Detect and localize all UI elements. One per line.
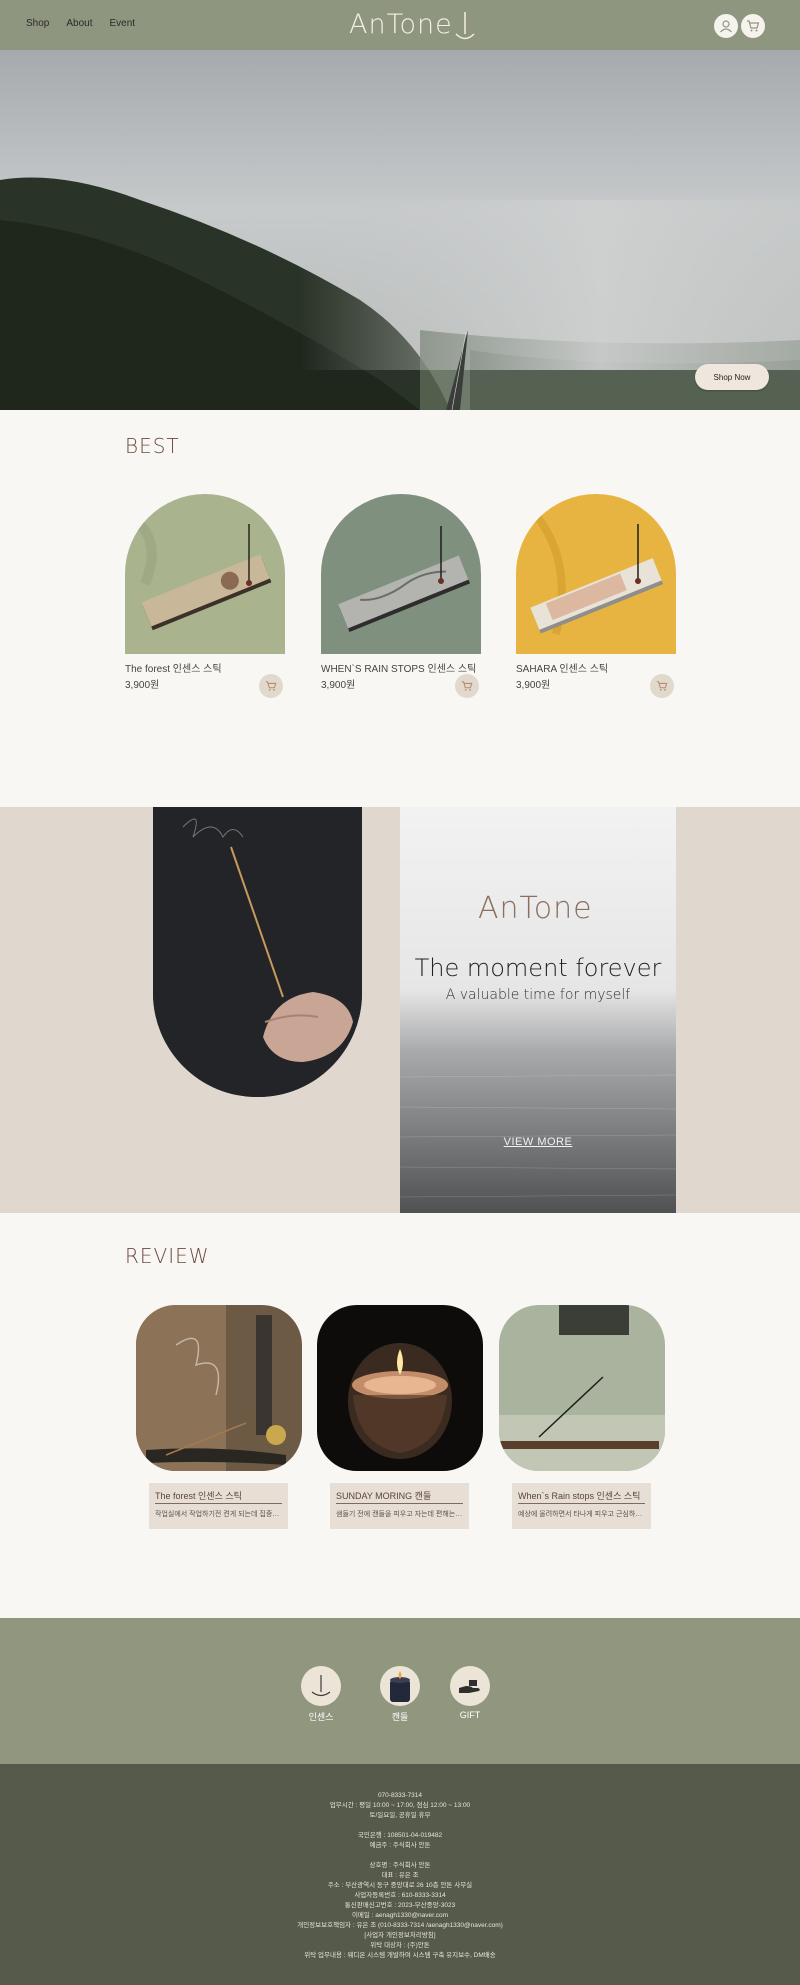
- cart-icon[interactable]: [741, 14, 765, 38]
- product-price: 3,900원: [516, 680, 551, 691]
- category-incense[interactable]: 인센스: [301, 1666, 341, 1722]
- review-product-name: When`s Rain stops 인센스 스틱: [518, 1491, 641, 1501]
- footer-privacy-officer: 개인정보보호책임자 : 유은 조 (010-8333-7314 /aenagh1…: [297, 1922, 503, 1929]
- view-more-link[interactable]: VIEW MORE: [400, 1136, 676, 1148]
- review-text: 작업실에서 작업하기전 켠게 되는데 집중도...: [155, 1511, 282, 1518]
- footer-company: 상호명 : 주식회사 안톤: [369, 1862, 431, 1869]
- review-card[interactable]: The forest 인센스 스틱 작업실에서 작업하기전 켠게 되는데 집중도…: [136, 1305, 302, 1529]
- nav-shop[interactable]: Shop: [26, 18, 49, 29]
- review-text: 샘들기 전에 캔들을 피우고 자는데 편해는 불안운...: [336, 1511, 463, 1518]
- promo-logo: AnTone: [478, 891, 593, 926]
- nav-about[interactable]: About: [66, 18, 92, 29]
- cart-icon: [265, 681, 277, 691]
- product-card[interactable]: WHEN`S RAIN STOPS 인센스 스틱 3,900원: [321, 494, 481, 698]
- category-gift[interactable]: GIFT: [450, 1666, 490, 1720]
- category-label: 캔들: [391, 1712, 409, 1722]
- incense-hand-image: [153, 807, 362, 1097]
- footer-depositor: 예금주 : 주식회사 안톤: [369, 1842, 431, 1849]
- incense-icon[interactable]: [301, 1666, 341, 1706]
- product-image-sahara[interactable]: [516, 494, 676, 654]
- footer-privacy-policy-link[interactable]: [사업자 개인정보처리방침]: [0, 1931, 800, 1941]
- review-image-candle[interactable]: [317, 1305, 483, 1471]
- footer-ecommerce-number: 통신판매신고번호 : 2023-부산중앙-3023: [344, 1902, 456, 1909]
- footer-info: 070-8333-7314 업무시간 : 평일 10:00 ~ 17:00, 점…: [0, 1791, 800, 1961]
- product-price: 3,900원: [125, 680, 160, 691]
- product-image-forest[interactable]: [125, 494, 285, 654]
- product-card[interactable]: The forest 인센스 스틱 3,900원: [125, 494, 285, 698]
- foggy-forest-image: [0, 50, 800, 410]
- footer-bank: 국민은행 : 108501-04-019482: [357, 1832, 443, 1839]
- review-product-name: The forest 인센스 스틱: [155, 1491, 242, 1501]
- footer-ceo: 대표 : 유은 조: [381, 1872, 419, 1879]
- product-price: 3,900원: [321, 680, 356, 691]
- cart-icon: [656, 681, 668, 691]
- review-divider: [336, 1503, 463, 1504]
- product-name: WHEN`S RAIN STOPS 인센스 스틱: [321, 664, 477, 675]
- review-text: 예상에 울려하면서 타나게 피우고 근심하는데...: [518, 1511, 645, 1518]
- review-image-rain-incense[interactable]: [499, 1305, 665, 1471]
- footer-spacer: [0, 1821, 800, 1831]
- logo-text: AnTone: [349, 9, 453, 40]
- review-divider: [518, 1503, 645, 1504]
- footer-spacer: [0, 1851, 800, 1861]
- footer-consignment-work: 위탁 업무내용 : 웨디온 시스템 개발하여 시스템 구축 유지보수, DM배송: [304, 1952, 496, 1959]
- promo-subline: A valuable time for myself: [445, 987, 631, 1003]
- main-nav: Shop About Event: [26, 18, 135, 29]
- review-title: REVIEW: [125, 1244, 210, 1268]
- gift-hand-icon[interactable]: [450, 1666, 490, 1706]
- review-card[interactable]: When`s Rain stops 인센스 스틱 예상에 울려하면서 타나게 피…: [499, 1305, 665, 1529]
- product-name: SAHARA 인센스 스틱: [516, 664, 609, 675]
- calm-sea-image: [400, 807, 676, 1213]
- promo-card: AnTone The moment forever A valuable tim…: [400, 807, 676, 1213]
- nav-event[interactable]: Event: [110, 18, 136, 29]
- promo-headline: The moment forever: [414, 954, 662, 982]
- user-icon[interactable]: [714, 14, 738, 38]
- hero-banner: [0, 50, 800, 410]
- incense-logo-icon: [455, 12, 475, 40]
- cart-icon: [461, 681, 473, 691]
- candle-icon[interactable]: [380, 1666, 420, 1706]
- footer-consignee: 위탁 대상자 : (주)안톤: [370, 1942, 430, 1949]
- category-candle[interactable]: 캔들: [380, 1666, 420, 1722]
- add-to-cart-button[interactable]: [455, 674, 479, 698]
- footer-address: 주소 : 부산광역시 동구 중앙대로 26 10층 안톤 사무실: [327, 1882, 473, 1889]
- footer-phone: 070-8333-7314: [377, 1792, 423, 1799]
- footer-business-number: 사업자등록번호 : 610-8333-3314: [354, 1892, 446, 1899]
- category-label: 인센스: [308, 1712, 334, 1722]
- product-name: The forest 인센스 스틱: [125, 664, 222, 675]
- footer-holidays: 토/일요일, 공휴일 휴무: [369, 1812, 431, 1819]
- footer-hours: 업무시간 : 평일 10:00 ~ 17:00, 점심 12:00 ~ 13:0…: [329, 1802, 471, 1809]
- review-product-name: SUNDAY MORING 캔들: [336, 1491, 432, 1501]
- review-caption: SUNDAY MORING 캔들 샘들기 전에 캔들을 피우고 자는데 편해는 …: [330, 1483, 469, 1529]
- footer-email: 이메일 : aenagh1330@naver.com: [351, 1912, 449, 1919]
- category-label: GIFT: [459, 1710, 481, 1720]
- site-logo[interactable]: AnTone: [346, 8, 476, 42]
- review-card[interactable]: SUNDAY MORING 캔들 샘들기 전에 캔들을 피우고 자는데 편해는 …: [317, 1305, 483, 1529]
- review-caption: When`s Rain stops 인센스 스틱 예상에 울려하면서 타나게 피…: [512, 1483, 651, 1529]
- add-to-cart-button[interactable]: [259, 674, 283, 698]
- best-title: BEST: [125, 434, 180, 458]
- review-image-incense[interactable]: [136, 1305, 302, 1471]
- add-to-cart-button[interactable]: [650, 674, 674, 698]
- product-image-rain[interactable]: [321, 494, 481, 654]
- product-card[interactable]: SAHARA 인센스 스틱 3,900원: [516, 494, 676, 698]
- review-divider: [155, 1503, 282, 1504]
- review-caption: The forest 인센스 스틱 작업실에서 작업하기전 켠게 되는데 집중도…: [149, 1483, 288, 1529]
- shop-now-button[interactable]: Shop Now: [695, 364, 769, 390]
